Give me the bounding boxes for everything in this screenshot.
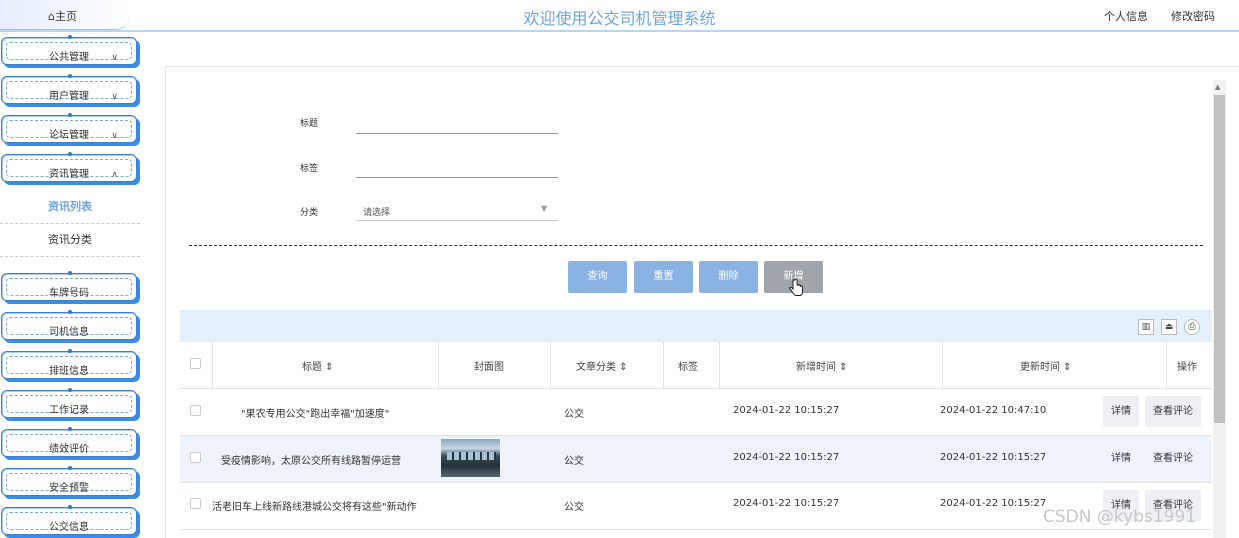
title-label: 标题 bbox=[300, 119, 319, 129]
row-checkbox[interactable] bbox=[190, 405, 201, 416]
column-header-tag: 标签 bbox=[678, 362, 698, 373]
menu-label: 绩效评价 bbox=[49, 444, 89, 455]
submenu-news-category[interactable]: 资讯分类 bbox=[0, 224, 140, 257]
top-bar: ⌂主页 欢迎使用公交司机管理系统 个人信息 修改密码 bbox=[0, 0, 1239, 32]
menu-label: 工作记录 bbox=[49, 405, 89, 416]
title-input[interactable] bbox=[356, 112, 558, 134]
tag-label: 标签 bbox=[300, 164, 319, 174]
row-created: 2024-01-22 10:15:27 bbox=[733, 452, 840, 463]
change-password-link[interactable]: 修改密码 bbox=[1171, 8, 1215, 24]
column-header-title[interactable]: 标题 ⇕ bbox=[302, 358, 334, 373]
row-updated: 2024-01-22 10:15:27 bbox=[940, 498, 1047, 509]
row-title: 活老旧车上线新路线港城公交将有这些"新动作 bbox=[212, 502, 417, 513]
dropdown-arrow-icon: ▼ bbox=[541, 204, 548, 213]
chevron-up-icon: ∧ bbox=[111, 170, 118, 180]
chevron-down-icon: ∨ bbox=[111, 131, 118, 141]
row-title: "果农专用公交"跑出幸福"加速度" bbox=[241, 409, 390, 420]
delete-button[interactable]: 删除 bbox=[699, 261, 758, 293]
row-updated: 2024-01-22 10:15:27 bbox=[940, 452, 1047, 463]
row-created: 2024-01-22 10:15:27 bbox=[733, 405, 840, 416]
row-category: 公交 bbox=[564, 502, 584, 513]
chevron-down-icon: ∨ bbox=[111, 92, 118, 102]
menu-label: 安全预警 bbox=[49, 483, 89, 494]
column-header-updated[interactable]: 更新时间 ⇕ bbox=[1020, 358, 1072, 373]
profile-link[interactable]: 个人信息 bbox=[1104, 8, 1148, 24]
menu-performance[interactable]: 绩效评价 bbox=[1, 427, 137, 457]
scrollbar-thumb[interactable] bbox=[1214, 95, 1225, 423]
menu-work-record[interactable]: 工作记录 bbox=[1, 388, 137, 418]
column-divider bbox=[212, 342, 213, 389]
select-all-checkbox[interactable] bbox=[190, 358, 201, 369]
menu-plate-number[interactable]: 车牌号码 bbox=[1, 271, 137, 301]
column-divider bbox=[1166, 342, 1167, 389]
menu-safety-warning[interactable]: 安全预警 bbox=[1, 466, 137, 496]
row-checkbox[interactable] bbox=[190, 452, 201, 463]
column-divider bbox=[942, 342, 943, 389]
column-divider bbox=[663, 342, 664, 389]
submenu-news-list[interactable]: 资讯列表 bbox=[0, 191, 140, 224]
column-header-category[interactable]: 文章分类 ⇕ bbox=[576, 358, 628, 373]
column-divider bbox=[719, 342, 720, 389]
columns-icon[interactable]: ▥ bbox=[1138, 319, 1154, 335]
category-placeholder: 请选择 bbox=[363, 208, 391, 218]
page-title: 欢迎使用公交司机管理系统 bbox=[523, 9, 716, 28]
query-button[interactable]: 查询 bbox=[568, 261, 627, 293]
scroll-up-icon[interactable]: ▲ bbox=[1215, 83, 1220, 91]
hand-cursor-icon bbox=[789, 279, 803, 296]
view-comments-button[interactable]: 查看评论 bbox=[1145, 396, 1201, 427]
menu-label: 车牌号码 bbox=[49, 288, 89, 299]
row-category: 公交 bbox=[564, 456, 584, 467]
chevron-down-icon: ∨ bbox=[111, 53, 118, 63]
detail-button[interactable]: 详情 bbox=[1103, 396, 1139, 427]
cover-image bbox=[441, 439, 500, 477]
reset-button[interactable]: 重置 bbox=[634, 261, 693, 293]
menu-label: 排班信息 bbox=[49, 366, 89, 377]
divider bbox=[189, 245, 1203, 246]
menu-label: 公交信息 bbox=[49, 522, 89, 533]
menu-news[interactable]: 资讯管理 ∧ bbox=[1, 152, 137, 182]
menu-user[interactable]: 用户管理 ∨ bbox=[1, 74, 137, 104]
row-title: 受疫情影响，太原公交所有线路暂停运营 bbox=[221, 456, 401, 467]
menu-schedule[interactable]: 排班信息 bbox=[1, 349, 137, 379]
column-divider bbox=[550, 342, 551, 389]
menu-label: 司机信息 bbox=[49, 327, 89, 338]
row-checkbox[interactable] bbox=[190, 498, 201, 509]
menu-bus-info[interactable]: 公交信息 bbox=[1, 505, 137, 535]
detail-button[interactable]: 详情 bbox=[1103, 443, 1139, 474]
view-comments-button[interactable]: 查看评论 bbox=[1145, 443, 1201, 474]
column-header-actions: 操作 bbox=[1177, 362, 1197, 373]
row-created: 2024-01-22 10:15:27 bbox=[733, 498, 840, 509]
print-icon[interactable]: ⎙ bbox=[1184, 319, 1200, 335]
category-label: 分类 bbox=[300, 208, 319, 218]
row-category: 公交 bbox=[564, 409, 584, 420]
menu-driver-info[interactable]: 司机信息 bbox=[1, 310, 137, 340]
menu-public[interactable]: 公共管理 ∨ bbox=[1, 35, 137, 65]
menu-forum[interactable]: 论坛管理 ∨ bbox=[1, 113, 137, 143]
column-header-created[interactable]: 新增时间 ⇕ bbox=[796, 358, 848, 373]
row-updated: 2024-01-22 10:47:10 bbox=[940, 405, 1047, 416]
table-toolbar bbox=[180, 310, 1212, 342]
tag-input[interactable] bbox=[356, 156, 558, 178]
column-header-cover: 封面图 bbox=[474, 362, 504, 373]
watermark: CSDN @kybs1991 bbox=[1043, 507, 1197, 527]
column-divider bbox=[438, 342, 439, 389]
export-icon[interactable]: ⏏ bbox=[1161, 319, 1177, 335]
